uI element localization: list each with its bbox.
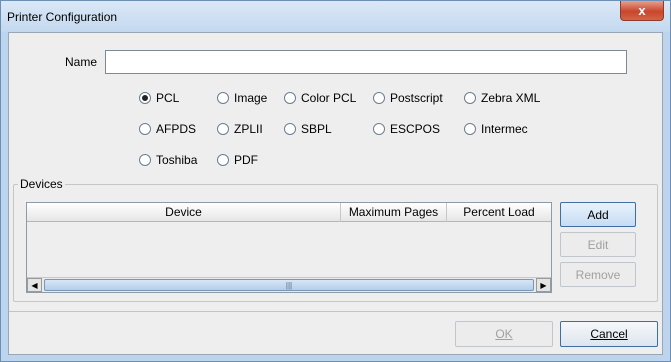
radio-label: ESCPOS [390, 122, 441, 136]
radio-button-icon [284, 92, 296, 104]
column-header-device[interactable]: Device [27, 203, 341, 222]
arrow-left-icon: ◀ [31, 280, 38, 290]
scrollbar-thumb[interactable]: ||| [44, 279, 534, 291]
radio-button-icon [217, 92, 229, 104]
arrow-right-icon: ▶ [540, 280, 547, 290]
radio-pcl[interactable]: PCL [139, 91, 179, 105]
devices-group-label: Devices [18, 177, 65, 191]
close-button[interactable]: x [620, 1, 664, 21]
radio-button-icon [139, 92, 151, 104]
radio-image[interactable]: Image [217, 91, 267, 105]
cancel-button[interactable]: Cancel [560, 321, 658, 347]
radio-pdf[interactable]: PDF [217, 153, 258, 167]
radio-label: PCL [156, 91, 180, 105]
radio-color-pcl[interactable]: Color PCL [284, 91, 356, 105]
radio-label: ZPLII [234, 122, 263, 136]
radio-label: Postscript [390, 91, 443, 105]
radio-label: AFPDS [156, 122, 197, 136]
devices-group: Devices Device Maximum Pages Percent Loa… [13, 177, 658, 302]
ok-label: OK [495, 327, 513, 341]
radio-button-icon [464, 123, 476, 135]
name-input[interactable] [105, 50, 627, 74]
name-label: Name [65, 55, 98, 69]
column-header-percent-load[interactable]: Percent Load [447, 203, 551, 222]
radio-label: PDF [234, 153, 258, 167]
radio-zebra-xml[interactable]: Zebra XML [464, 91, 540, 105]
radio-postscript[interactable]: Postscript [373, 91, 443, 105]
add-button[interactable]: Add [560, 202, 636, 227]
scroll-left-button[interactable]: ◀ [27, 278, 42, 292]
radio-label: Color PCL [301, 91, 357, 105]
radio-label: Zebra XML [481, 91, 541, 105]
printer-configuration-dialog: Printer Configuration x Name PCL Image C… [0, 0, 671, 362]
radio-label: SBPL [301, 122, 332, 136]
column-header-maximum-pages[interactable]: Maximum Pages [341, 203, 447, 222]
radio-button-icon [284, 123, 296, 135]
scroll-right-button[interactable]: ▶ [536, 278, 551, 292]
radio-button-icon [373, 123, 385, 135]
close-icon: x [638, 3, 646, 18]
dialog-content: Name PCL Image Color PCL Postscript Zebr… [8, 32, 663, 355]
radio-label: Intermec [481, 122, 528, 136]
cancel-label: Cancel [590, 327, 628, 341]
remove-button[interactable]: Remove [560, 262, 636, 287]
radio-escpos[interactable]: ESCPOS [373, 122, 440, 136]
edit-button[interactable]: Edit [560, 232, 636, 257]
devices-table-header: Device Maximum Pages Percent Load [27, 203, 551, 222]
radio-afpds[interactable]: AFPDS [139, 122, 196, 136]
radio-button-icon [464, 92, 476, 104]
radio-button-icon [139, 154, 151, 166]
footer-bar: OK Cancel [9, 311, 662, 354]
radio-zplii[interactable]: ZPLII [217, 122, 263, 136]
radio-button-icon [373, 92, 385, 104]
devices-table[interactable]: Device Maximum Pages Percent Load ◀ ||| … [26, 202, 552, 293]
radio-button-icon [217, 154, 229, 166]
radio-intermec[interactable]: Intermec [464, 122, 528, 136]
radio-button-icon [217, 123, 229, 135]
horizontal-scrollbar[interactable]: ◀ ||| ▶ [27, 277, 551, 292]
window-title: Printer Configuration [7, 10, 118, 24]
radio-sbpl[interactable]: SBPL [284, 122, 332, 136]
title-bar[interactable]: Printer Configuration x [1, 1, 670, 32]
radio-label: Toshiba [156, 153, 198, 167]
radio-label: Image [234, 91, 268, 105]
radio-button-icon [139, 123, 151, 135]
grip-icon: ||| [285, 280, 293, 290]
radio-toshiba[interactable]: Toshiba [139, 153, 197, 167]
ok-button[interactable]: OK [455, 321, 553, 347]
